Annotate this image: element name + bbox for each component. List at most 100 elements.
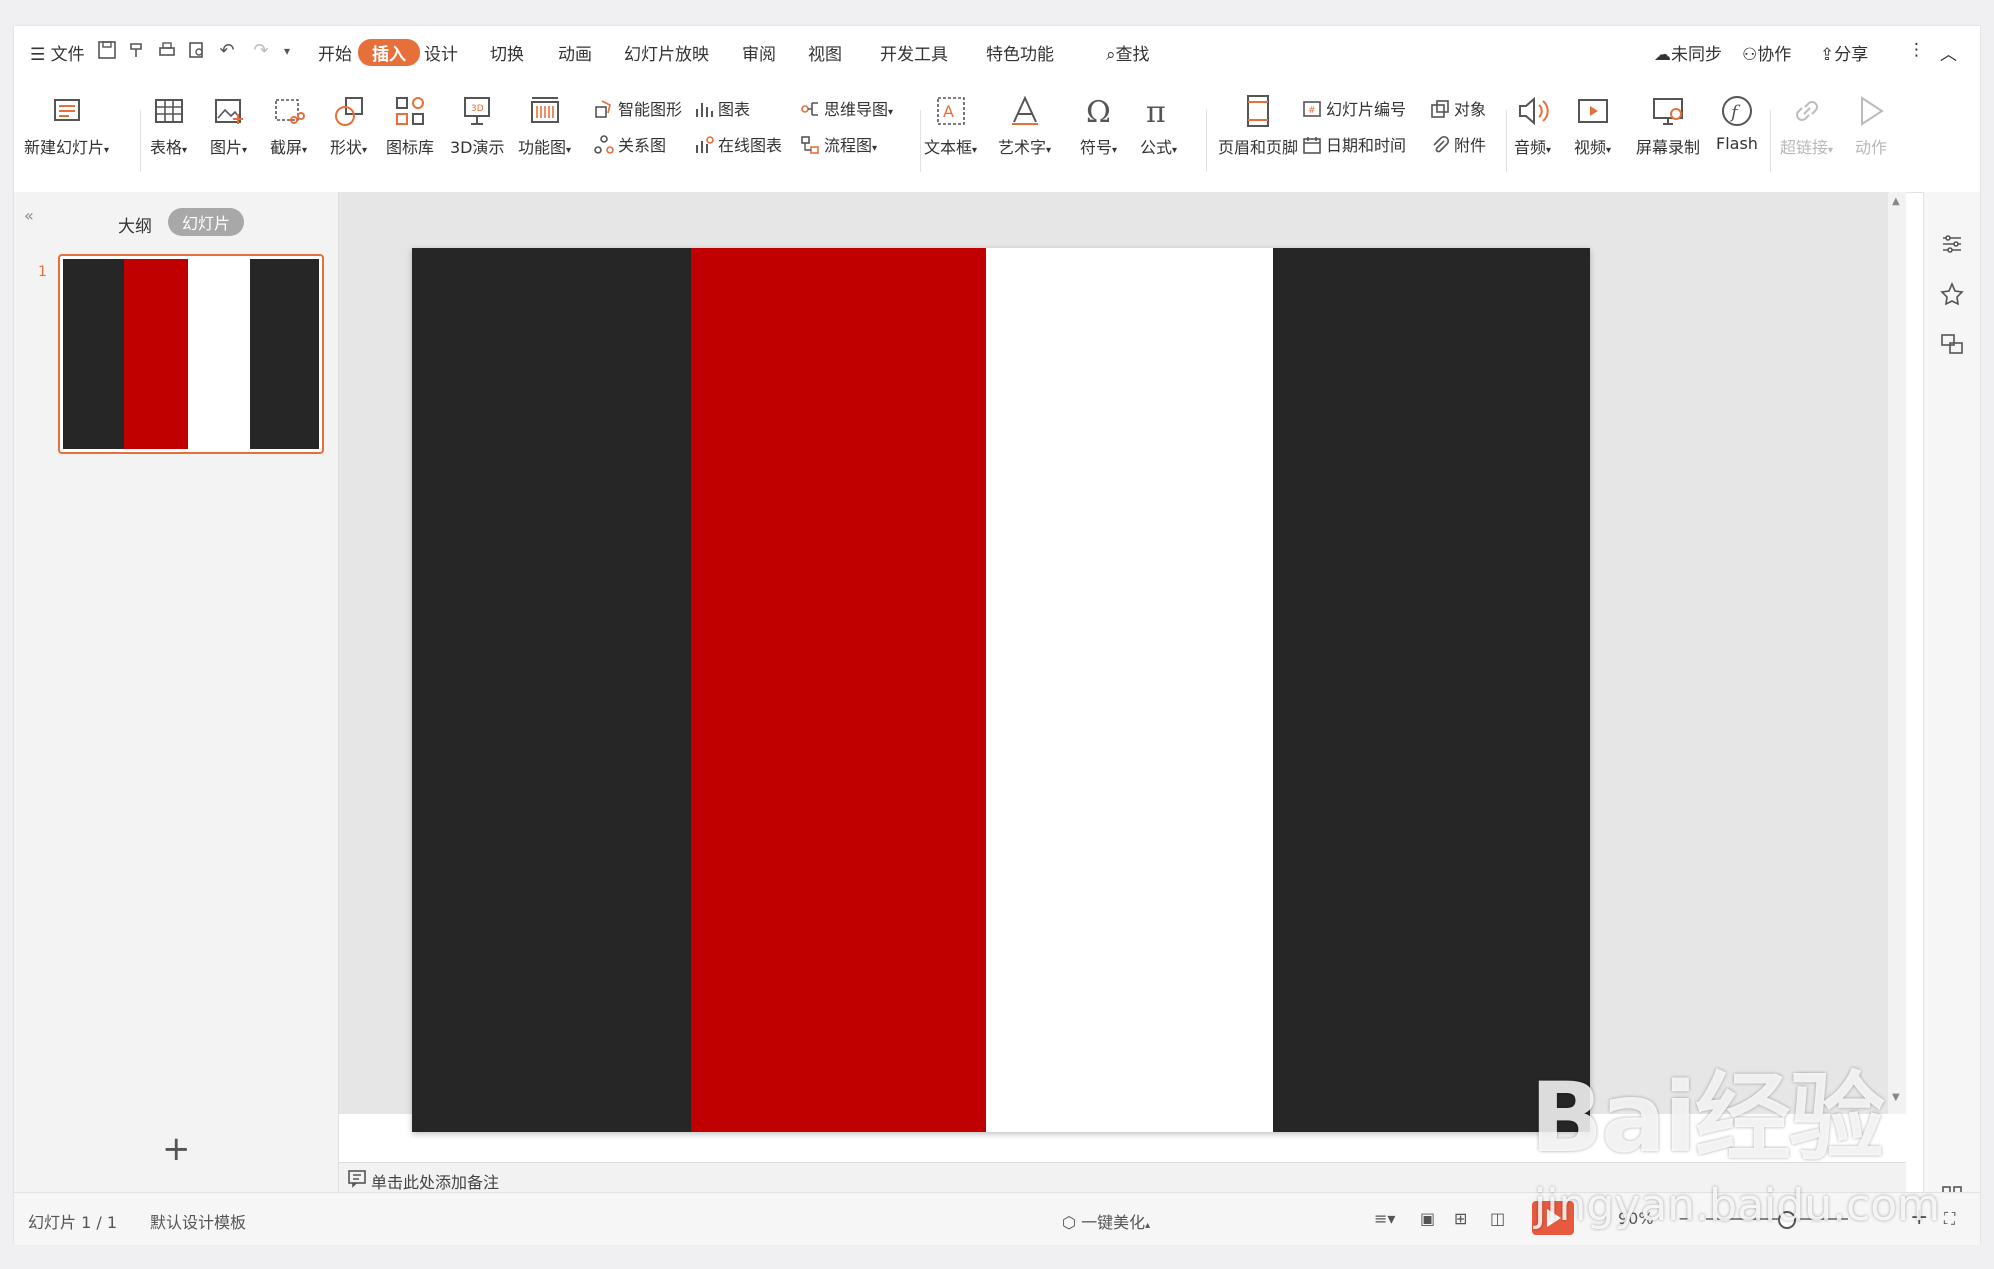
tab-insert[interactable]: 插入 bbox=[358, 39, 420, 66]
slide-number-label: 幻灯片编号 bbox=[1326, 100, 1407, 119]
symbol-button[interactable]: Ω 符号▾ bbox=[1080, 94, 1117, 158]
tab-design[interactable]: 设计 bbox=[424, 40, 458, 65]
notes-toggle-icon[interactable]: ≡▾ bbox=[1374, 1209, 1395, 1228]
hyperlink-label: 超链接 bbox=[1780, 138, 1829, 157]
undo-icon[interactable]: ↶ bbox=[216, 40, 238, 62]
tab-slides[interactable]: 幻灯片 bbox=[168, 208, 245, 236]
table-button[interactable]: 表格▾ bbox=[150, 94, 187, 158]
audio-button[interactable]: 音频▾ bbox=[1514, 94, 1551, 158]
collab-button[interactable]: ⚇协作 bbox=[1742, 40, 1791, 65]
formula-button[interactable]: π 公式▾ bbox=[1140, 94, 1177, 158]
chart-button[interactable]: 图表 bbox=[694, 96, 750, 120]
switch-slides-icon[interactable] bbox=[1940, 332, 1964, 356]
user-add-icon: ⚇ bbox=[1742, 45, 1758, 65]
star-animation-icon[interactable] bbox=[1940, 282, 1964, 306]
header-footer-label: 页眉和页脚 bbox=[1218, 138, 1299, 157]
3d-demo-button[interactable]: 3D 3D演示 bbox=[450, 94, 505, 158]
smart-art-label: 智能图形 bbox=[618, 100, 683, 119]
slide-stripe-4 bbox=[1273, 248, 1590, 1132]
search-icon: ⌕ bbox=[1106, 45, 1116, 65]
flash-button[interactable]: f Flash bbox=[1716, 94, 1758, 153]
format-painter-icon[interactable] bbox=[126, 40, 148, 62]
tab-special[interactable]: 特色功能 bbox=[986, 40, 1054, 65]
fit-window-icon[interactable]: ⛶ bbox=[1944, 1209, 1955, 1229]
function-chart-button[interactable]: 功能图▾ bbox=[518, 94, 571, 158]
slide-number-button[interactable]: # 幻灯片编号 bbox=[1302, 96, 1406, 120]
save-icon[interactable] bbox=[96, 40, 118, 62]
scroll-up-icon[interactable]: ▲ bbox=[1892, 196, 1900, 207]
search-button[interactable]: ⌕查找 bbox=[1106, 40, 1150, 65]
shape-label: 形状 bbox=[330, 138, 363, 157]
datetime-label: 日期和时间 bbox=[1326, 136, 1407, 155]
smart-art-button[interactable]: 智能图形 bbox=[594, 96, 682, 120]
hyperlink-button[interactable]: 超链接▾ bbox=[1780, 94, 1833, 158]
share-button[interactable]: ⇪分享 bbox=[1820, 40, 1868, 65]
screenshot-button[interactable]: 截屏▾ bbox=[270, 94, 307, 158]
online-chart-button[interactable]: 在线图表 bbox=[694, 132, 782, 156]
add-slide-icon[interactable]: + bbox=[162, 1132, 191, 1166]
icon-library-label: 图标库 bbox=[386, 138, 435, 157]
tab-transition[interactable]: 切换 bbox=[490, 40, 524, 65]
icon-library-button[interactable]: 图标库 bbox=[386, 94, 434, 158]
reading-view-icon[interactable]: ◫ bbox=[1490, 1209, 1505, 1228]
file-menu-label: 文件 bbox=[50, 45, 85, 65]
normal-view-icon[interactable]: ▣ bbox=[1420, 1209, 1435, 1228]
picture-icon bbox=[214, 99, 243, 124]
screen-record-button[interactable]: 屏幕录制 bbox=[1636, 94, 1700, 158]
sync-button[interactable]: ☁未同步 bbox=[1654, 40, 1722, 65]
notes-placeholder: 单击此处添加备注 bbox=[371, 1173, 500, 1192]
flowchart-button[interactable]: 流程图▾ bbox=[800, 132, 877, 156]
file-menu[interactable]: ☰ 文件 bbox=[30, 40, 85, 65]
tab-view[interactable]: 视图 bbox=[808, 40, 842, 65]
svg-text:#: # bbox=[1308, 106, 1316, 116]
flowchart-label: 流程图 bbox=[824, 136, 873, 155]
print-icon[interactable] bbox=[156, 40, 178, 62]
object-button[interactable]: 对象 bbox=[1430, 96, 1486, 120]
sorter-view-icon[interactable]: ⊞ bbox=[1454, 1209, 1467, 1228]
tab-slideshow[interactable]: 幻灯片放映 bbox=[624, 40, 709, 65]
datetime-button[interactable]: 日期和时间 bbox=[1302, 132, 1406, 156]
picture-button[interactable]: 图片▾ bbox=[210, 94, 247, 158]
vertical-scrollbar[interactable]: ▲ ▼ bbox=[1888, 192, 1906, 1114]
paperclip-icon bbox=[1433, 135, 1450, 153]
ribbon-insert: 新建幻灯片▾ 表格▾ 图片▾ 截屏▾ 形状▾ 图标库 3D 3D演示 功能图▾ … bbox=[14, 80, 1980, 193]
collapse-panel-icon[interactable]: « bbox=[24, 206, 34, 225]
slide-thumbnail[interactable] bbox=[58, 254, 324, 454]
textbox-button[interactable]: A 文本框▾ bbox=[924, 94, 977, 158]
tab-home[interactable]: 开始 bbox=[318, 40, 352, 65]
settings-sliders-icon[interactable] bbox=[1940, 232, 1964, 256]
header-footer-button[interactable]: 页眉和页脚 bbox=[1218, 94, 1298, 158]
video-button[interactable]: 视频▾ bbox=[1574, 94, 1611, 158]
shape-button[interactable]: 形状▾ bbox=[330, 94, 367, 158]
print-preview-icon[interactable] bbox=[186, 40, 208, 62]
symbol-label: 符号 bbox=[1080, 138, 1113, 157]
beautify-button[interactable]: ⬡ 一键美化▴ bbox=[1062, 1209, 1150, 1233]
wordart-button[interactable]: 艺术字▾ bbox=[998, 94, 1051, 158]
collapse-ribbon-icon[interactable]: ︿ bbox=[1940, 40, 1957, 65]
screen-record-icon bbox=[1653, 98, 1683, 125]
function-chart-icon bbox=[530, 97, 559, 123]
slide-canvas[interactable] bbox=[412, 248, 1590, 1132]
template-name[interactable]: 默认设计模板 bbox=[150, 1209, 246, 1233]
ribbon-divider bbox=[1206, 110, 1207, 172]
thumbnail-stripe-2 bbox=[123, 259, 188, 449]
tab-review[interactable]: 审阅 bbox=[742, 40, 776, 65]
more-icon[interactable]: ⋮ bbox=[1908, 40, 1925, 60]
slide-stripe-2 bbox=[691, 248, 986, 1132]
action-button[interactable]: 动作 bbox=[1854, 94, 1888, 158]
relation-button[interactable]: 关系图 bbox=[594, 132, 666, 156]
baidu-watermark: Bai经验 bbox=[1530, 1062, 1885, 1174]
attachment-button[interactable]: 附件 bbox=[1430, 132, 1486, 156]
tab-animation[interactable]: 动画 bbox=[558, 40, 592, 65]
cube-icon: ⬡ bbox=[1062, 1213, 1076, 1232]
header-footer-icon bbox=[1247, 95, 1269, 127]
scroll-down-icon[interactable]: ▼ bbox=[1892, 1092, 1900, 1103]
customize-dropdown-icon[interactable]: ▾ bbox=[276, 40, 298, 62]
tab-outline[interactable]: 大纲 bbox=[118, 212, 152, 237]
new-slide-button[interactable]: 新建幻灯片▾ bbox=[24, 94, 109, 158]
mindmap-button[interactable]: 思维导图▾ bbox=[800, 96, 893, 120]
tab-developer[interactable]: 开发工具 bbox=[880, 40, 948, 65]
redo-icon[interactable]: ↷ bbox=[250, 40, 272, 62]
note-icon bbox=[347, 1168, 367, 1192]
share-label: 分享 bbox=[1834, 45, 1869, 65]
